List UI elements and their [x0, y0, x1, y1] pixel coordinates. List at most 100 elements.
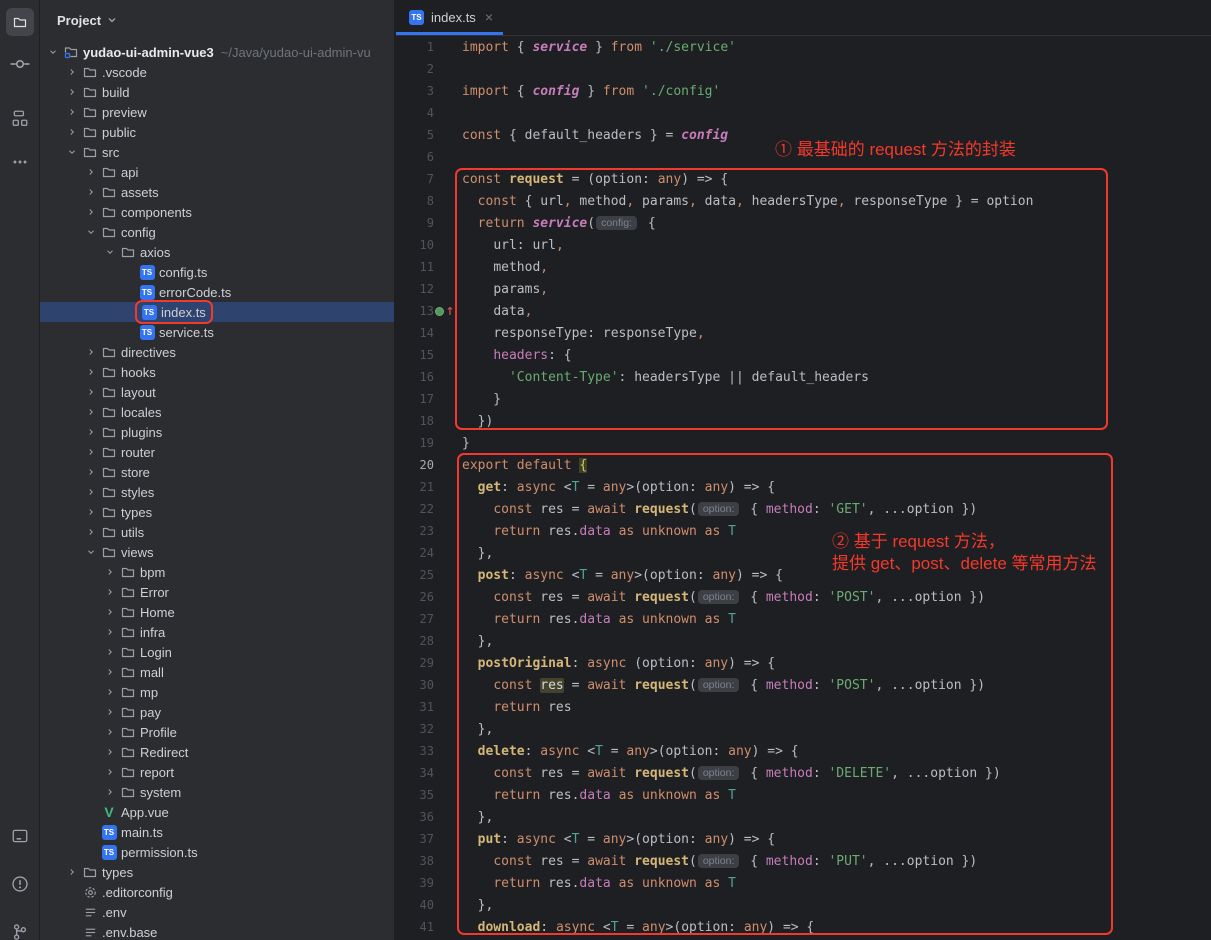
tree-item-assets[interactable]: assets	[40, 182, 394, 202]
code-line-1[interactable]: 1import { service } from './service'	[396, 36, 1211, 58]
code-line-27[interactable]: 27 return res.data as unknown as T	[396, 608, 1211, 630]
tree-item-components[interactable]: components	[40, 202, 394, 222]
structure-tool-icon[interactable]	[6, 104, 34, 132]
code-line-33[interactable]: 33 delete: async <T = any>(option: any) …	[396, 740, 1211, 762]
bottom-panel-icon[interactable]	[6, 822, 34, 850]
chevron-right-icon[interactable]	[101, 567, 118, 577]
tree-item-types[interactable]: types	[40, 862, 394, 882]
code-line-7[interactable]: 7const request = (option: any) => {	[396, 168, 1211, 190]
code-line-8[interactable]: 8 const { url, method, params, data, hea…	[396, 190, 1211, 212]
tree-item-config.ts[interactable]: TSconfig.ts	[40, 262, 394, 282]
code-line-13[interactable]: 13↑ data,	[396, 300, 1211, 322]
tree-item-.vscode[interactable]: .vscode	[40, 62, 394, 82]
tree-item-directives[interactable]: directives	[40, 342, 394, 362]
tab-index-ts[interactable]: TS index.ts ×	[396, 0, 503, 35]
tree-item-router[interactable]: router	[40, 442, 394, 462]
code-line-11[interactable]: 11 method,	[396, 256, 1211, 278]
chevron-right-icon[interactable]	[101, 687, 118, 697]
chevron-down-icon[interactable]	[82, 547, 99, 557]
tab-close-icon[interactable]: ×	[485, 10, 493, 24]
code-line-34[interactable]: 34 const res = await request(option: { m…	[396, 762, 1211, 784]
project-tool-icon[interactable]	[6, 8, 34, 36]
code-line-17[interactable]: 17 }	[396, 388, 1211, 410]
chevron-right-icon[interactable]	[63, 67, 80, 77]
code-line-28[interactable]: 28 },	[396, 630, 1211, 652]
chevron-right-icon[interactable]	[82, 487, 99, 497]
tree-item-permission.ts[interactable]: TSpermission.ts	[40, 842, 394, 862]
code-line-23[interactable]: 23 return res.data as unknown as T	[396, 520, 1211, 542]
code-line-19[interactable]: 19}	[396, 432, 1211, 454]
tree-item-utils[interactable]: utils	[40, 522, 394, 542]
chevron-right-icon[interactable]	[82, 347, 99, 357]
code-line-21[interactable]: 21 get: async <T = any>(option: any) => …	[396, 476, 1211, 498]
code-line-36[interactable]: 36 },	[396, 806, 1211, 828]
tree-item-plugins[interactable]: plugins	[40, 422, 394, 442]
tree-item-errorcode.ts[interactable]: TSerrorCode.ts	[40, 282, 394, 302]
git-branch-icon[interactable]	[6, 918, 34, 940]
tree-item-service.ts[interactable]: TSservice.ts	[40, 322, 394, 342]
tree-item-layout[interactable]: layout	[40, 382, 394, 402]
code-line-35[interactable]: 35 return res.data as unknown as T	[396, 784, 1211, 806]
chevron-right-icon[interactable]	[82, 187, 99, 197]
chevron-right-icon[interactable]	[63, 867, 80, 877]
code-line-32[interactable]: 32 },	[396, 718, 1211, 740]
code-line-41[interactable]: 41 download: async <T = any>(option: any…	[396, 916, 1211, 938]
tree-item-axios[interactable]: axios	[40, 242, 394, 262]
tree-item-main.ts[interactable]: TSmain.ts	[40, 822, 394, 842]
tree-item-locales[interactable]: locales	[40, 402, 394, 422]
chevron-down-icon[interactable]	[107, 13, 117, 28]
code-line-16[interactable]: 16 'Content-Type': headersType || defaul…	[396, 366, 1211, 388]
chevron-right-icon[interactable]	[101, 647, 118, 657]
code-line-15[interactable]: 15 headers: {	[396, 344, 1211, 366]
chevron-right-icon[interactable]	[82, 367, 99, 377]
code-line-2[interactable]: 2	[396, 58, 1211, 80]
chevron-right-icon[interactable]	[101, 727, 118, 737]
code-line-3[interactable]: 3import { config } from './config'	[396, 80, 1211, 102]
tree-item-system[interactable]: system	[40, 782, 394, 802]
chevron-down-icon[interactable]	[82, 227, 99, 237]
chevron-right-icon[interactable]	[63, 127, 80, 137]
code-line-10[interactable]: 10 url: url,	[396, 234, 1211, 256]
more-tools-icon[interactable]	[6, 148, 34, 176]
chevron-down-icon[interactable]	[101, 247, 118, 257]
tree-item-redirect[interactable]: Redirect	[40, 742, 394, 762]
code-line-20[interactable]: 20export default {	[396, 454, 1211, 476]
chevron-right-icon[interactable]	[63, 107, 80, 117]
code-line-39[interactable]: 39 return res.data as unknown as T	[396, 872, 1211, 894]
chevron-right-icon[interactable]	[101, 747, 118, 757]
tree-item-mp[interactable]: mp	[40, 682, 394, 702]
code-line-18[interactable]: 18 })	[396, 410, 1211, 432]
code-line-6[interactable]: 6	[396, 146, 1211, 168]
chevron-right-icon[interactable]	[63, 87, 80, 97]
tree-item-bpm[interactable]: bpm	[40, 562, 394, 582]
tree-item-yudao-ui-admin-vue3[interactable]: yudao-ui-admin-vue3~/Java/yudao-ui-admin…	[40, 42, 394, 62]
code-line-38[interactable]: 38 const res = await request(option: { m…	[396, 850, 1211, 872]
tree-item-.editorconfig[interactable]: .editorconfig	[40, 882, 394, 902]
tree-item-login[interactable]: Login	[40, 642, 394, 662]
tree-item-app.vue[interactable]: VApp.vue	[40, 802, 394, 822]
code-line-30[interactable]: 30 const res = await request(option: { m…	[396, 674, 1211, 696]
tree-item-config[interactable]: config	[40, 222, 394, 242]
chevron-right-icon[interactable]	[82, 507, 99, 517]
tree-item-src[interactable]: src	[40, 142, 394, 162]
tree-item-.env[interactable]: .env	[40, 902, 394, 922]
code-line-22[interactable]: 22 const res = await request(option: { m…	[396, 498, 1211, 520]
tree-item-error[interactable]: Error	[40, 582, 394, 602]
code-editor[interactable]: 1import { service } from './service'23im…	[396, 36, 1211, 938]
tree-item-hooks[interactable]: hooks	[40, 362, 394, 382]
code-line-37[interactable]: 37 put: async <T = any>(option: any) => …	[396, 828, 1211, 850]
chevron-right-icon[interactable]	[82, 387, 99, 397]
tree-item-preview[interactable]: preview	[40, 102, 394, 122]
tree-item-mall[interactable]: mall	[40, 662, 394, 682]
chevron-right-icon[interactable]	[82, 447, 99, 457]
chevron-right-icon[interactable]	[82, 167, 99, 177]
tree-item-infra[interactable]: infra	[40, 622, 394, 642]
gutter-marker-icon[interactable]: ↑	[434, 305, 456, 318]
code-line-4[interactable]: 4	[396, 102, 1211, 124]
code-line-12[interactable]: 12 params,	[396, 278, 1211, 300]
chevron-down-icon[interactable]	[63, 147, 80, 157]
code-line-14[interactable]: 14 responseType: responseType,	[396, 322, 1211, 344]
code-line-29[interactable]: 29 postOriginal: async (option: any) => …	[396, 652, 1211, 674]
problems-icon[interactable]	[6, 870, 34, 898]
tree-item-index.ts[interactable]: TSindex.ts	[40, 302, 394, 322]
